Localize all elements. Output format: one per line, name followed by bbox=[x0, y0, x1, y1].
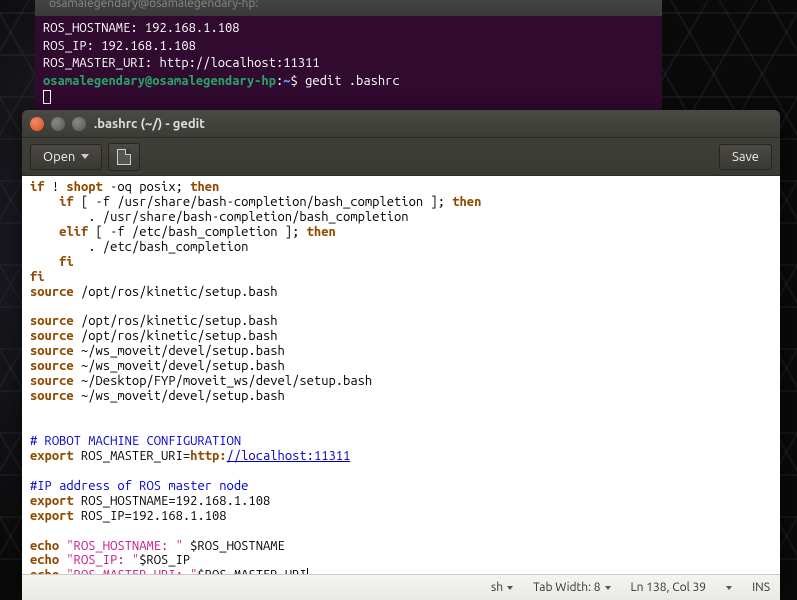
tab-width-selector[interactable]: Tab Width: 8 bbox=[533, 581, 610, 594]
terminal-cursor bbox=[43, 90, 51, 104]
terminal-title: osamalegendary@osamalegendary-hp: bbox=[49, 0, 258, 10]
new-document-button[interactable] bbox=[108, 143, 140, 171]
terminal-titlebar[interactable]: osamalegendary@osamalegendary-hp: bbox=[35, 0, 662, 16]
terminal-line: ROS_HOSTNAME: 192.168.1.108 bbox=[43, 20, 654, 38]
tab-width-label: Tab Width: 8 bbox=[533, 581, 600, 594]
insert-mode[interactable]: INS bbox=[752, 581, 770, 594]
terminal-line: ROS_MASTER_URI: http://localhost:11311 bbox=[43, 55, 654, 73]
gedit-window: .bashrc (~/) - gedit Open Save if ! shop… bbox=[22, 110, 780, 600]
maximize-button[interactable] bbox=[72, 117, 86, 131]
close-button[interactable] bbox=[30, 117, 44, 131]
save-label: Save bbox=[732, 150, 759, 164]
open-button[interactable]: Open bbox=[30, 144, 102, 170]
chevron-down-icon bbox=[605, 586, 611, 590]
gedit-titlebar[interactable]: .bashrc (~/) - gedit bbox=[22, 110, 780, 138]
language-label: sh bbox=[491, 581, 503, 594]
terminal-prompt-line: osamalegendary@osamalegendary-hp:~$ gedi… bbox=[43, 73, 654, 91]
gedit-window-title: .bashrc (~/) - gedit bbox=[94, 117, 205, 131]
chevron-down-icon bbox=[507, 586, 513, 590]
window-controls bbox=[30, 117, 86, 131]
language-selector[interactable]: sh bbox=[491, 581, 513, 594]
chevron-down-icon bbox=[81, 154, 89, 159]
save-button[interactable]: Save bbox=[719, 144, 772, 170]
statusbar-menu[interactable] bbox=[726, 586, 732, 590]
editor-textarea[interactable]: if ! shopt -oq posix; then if [ -f /usr/… bbox=[22, 176, 780, 574]
statusbar: sh Tab Width: 8 Ln 138, Col 39 INS bbox=[22, 574, 780, 600]
cursor-position: Ln 138, Col 39 bbox=[631, 581, 707, 594]
open-label: Open bbox=[43, 150, 75, 164]
chevron-down-icon bbox=[726, 586, 732, 590]
terminal-window: osamalegendary@osamalegendary-hp: ROS_HO… bbox=[35, 0, 662, 128]
minimize-button[interactable] bbox=[51, 117, 65, 131]
gedit-toolbar: Open Save bbox=[22, 138, 780, 176]
terminal-line: ROS_IP: 192.168.1.108 bbox=[43, 38, 654, 56]
new-document-icon bbox=[117, 149, 131, 165]
